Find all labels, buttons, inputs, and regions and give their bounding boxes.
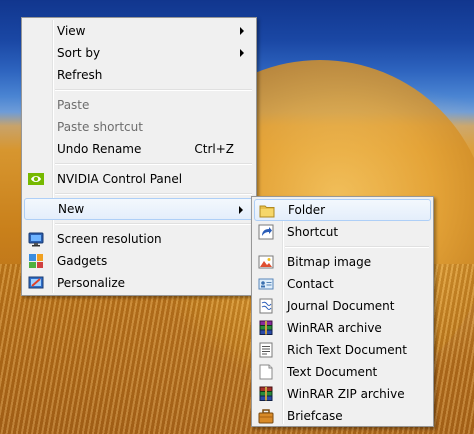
menu-item-label: Folder [288, 203, 326, 217]
menu-item-label: New [58, 202, 85, 216]
monitor-icon [28, 231, 44, 247]
briefcase-icon [258, 408, 274, 424]
menu-item-label: Briefcase [287, 409, 343, 423]
menu-separator [55, 220, 254, 228]
keyboard-shortcut: Ctrl+Z [194, 142, 234, 156]
bitmap-icon [258, 254, 274, 270]
menu-item-gadgets[interactable]: Gadgets [24, 250, 254, 272]
menu-item-refresh[interactable]: Refresh [24, 64, 254, 86]
menu-item-label: WinRAR archive [287, 321, 382, 335]
submenu-item-winrar-archive[interactable]: WinRAR archive [254, 317, 431, 339]
menu-item-label: Text Document [287, 365, 378, 379]
menu-item-nvidia-control-panel[interactable]: NVIDIA Control Panel [24, 168, 254, 190]
submenu-item-folder[interactable]: Folder [254, 199, 431, 221]
menu-separator [55, 190, 254, 198]
journal-icon [258, 298, 274, 314]
submenu-arrow-icon [240, 49, 244, 57]
submenu-item-bitmap-image[interactable]: Bitmap image [254, 251, 431, 273]
menu-separator [55, 86, 254, 94]
submenu-item-briefcase[interactable]: Briefcase [254, 405, 431, 427]
submenu-item-rich-text-document[interactable]: Rich Text Document [254, 339, 431, 361]
menu-item-label: Gadgets [57, 254, 108, 268]
submenu-arrow-icon [240, 27, 244, 35]
menu-item-undo-rename[interactable]: Undo Rename Ctrl+Z [24, 138, 254, 160]
menu-item-label: Refresh [57, 68, 103, 82]
folder-icon [259, 203, 275, 219]
submenu-item-shortcut[interactable]: Shortcut [254, 221, 431, 243]
shortcut-arrow-icon [258, 224, 274, 240]
menu-item-label: Rich Text Document [287, 343, 407, 357]
menu-item-paste-shortcut[interactable]: Paste shortcut [24, 116, 254, 138]
submenu-item-journal-document[interactable]: Journal Document [254, 295, 431, 317]
winrar-books-icon [258, 320, 274, 336]
menu-item-new[interactable]: New [24, 198, 254, 220]
new-submenu: Folder Shortcut Bitmap image Contact Jou… [251, 196, 434, 427]
menu-item-label: Personalize [57, 276, 126, 290]
menu-item-label: Bitmap image [287, 255, 372, 269]
text-document-icon [258, 364, 274, 380]
menu-item-label: Undo Rename [57, 142, 142, 156]
menu-separator [55, 160, 254, 168]
submenu-item-text-document[interactable]: Text Document [254, 361, 431, 383]
menu-item-label: Contact [287, 277, 334, 291]
contact-card-icon [258, 276, 274, 292]
menu-item-label: WinRAR ZIP archive [287, 387, 405, 401]
gadgets-icon [28, 253, 44, 269]
menu-item-personalize[interactable]: Personalize [24, 272, 254, 294]
menu-item-label: Screen resolution [57, 232, 162, 246]
nvidia-icon [28, 171, 44, 187]
menu-item-label: Shortcut [287, 225, 339, 239]
menu-item-label: Sort by [57, 46, 101, 60]
rtf-document-icon [258, 342, 274, 358]
desktop-context-menu: View Sort by Refresh Paste Paste shortcu… [21, 17, 257, 296]
winrar-zip-icon [258, 386, 274, 402]
menu-item-label: NVIDIA Control Panel [57, 172, 183, 186]
menu-item-paste[interactable]: Paste [24, 94, 254, 116]
menu-item-label: View [57, 24, 86, 38]
menu-item-view[interactable]: View [24, 20, 254, 42]
menu-item-label: Journal Document [287, 299, 395, 313]
menu-item-label: Paste [57, 98, 90, 112]
submenu-item-winrar-zip-archive[interactable]: WinRAR ZIP archive [254, 383, 431, 405]
menu-item-sort-by[interactable]: Sort by [24, 42, 254, 64]
submenu-item-contact[interactable]: Contact [254, 273, 431, 295]
personalize-icon [28, 275, 44, 291]
menu-separator [285, 243, 431, 251]
menu-item-label: Paste shortcut [57, 120, 143, 134]
menu-item-screen-resolution[interactable]: Screen resolution [24, 228, 254, 250]
submenu-arrow-icon [239, 206, 243, 214]
